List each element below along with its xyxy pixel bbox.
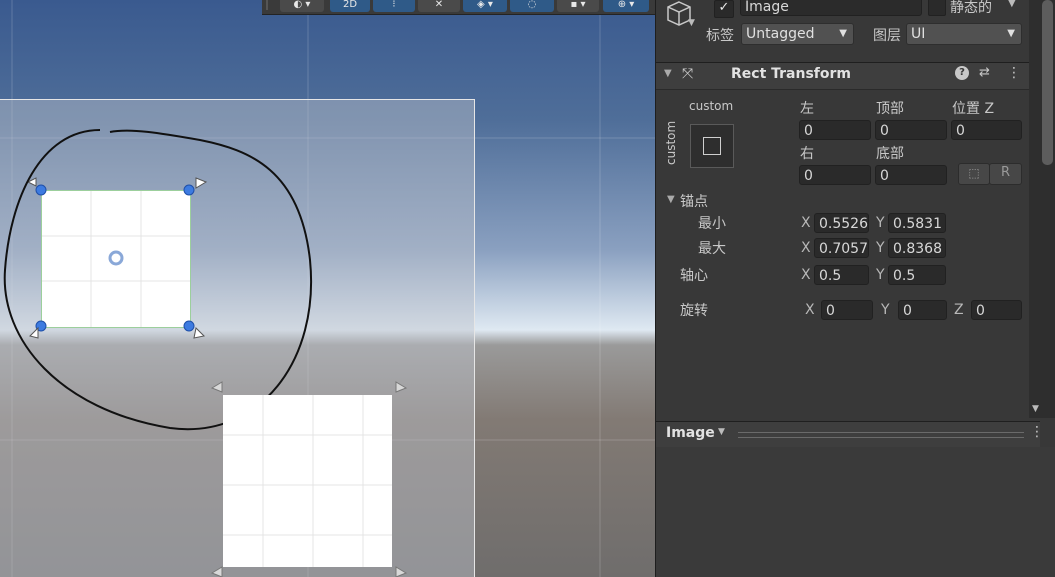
effects-dropdown[interactable]: ◈ ▾	[463, 0, 507, 12]
layer-value: UI	[911, 26, 926, 42]
rotation-y-field[interactable]: 0	[898, 300, 947, 320]
image-component-title: Image	[666, 425, 715, 441]
static-dropdown-arrow[interactable]: ▼	[1008, 0, 1016, 9]
anchor-preset-label: custom	[689, 99, 734, 113]
anchor-preset-side-label: custom	[664, 120, 678, 165]
object-name-field[interactable]: Image	[740, 0, 922, 16]
icon-dropdown-arrow[interactable]: ▼	[688, 18, 695, 28]
anchor-min-label: 最小	[698, 216, 726, 232]
gizmos-dropdown[interactable]: ⊕ ▾	[603, 0, 649, 12]
scene-view[interactable]: ◐ ▾ 2D ⁝ ✕ ◈ ▾ ◌ ▪ ▾ ⊕ ▾	[0, 0, 655, 577]
right-label: 右	[800, 146, 814, 162]
2d-toggle[interactable]: 2D	[330, 0, 370, 12]
anchor-max-x-field[interactable]: 0.7057	[814, 238, 869, 258]
top-field[interactable]: 0	[875, 120, 947, 140]
scroll-down-arrow-icon[interactable]: ▼	[1032, 404, 1039, 414]
camera-dropdown[interactable]: ▪ ▾	[557, 0, 599, 12]
anchor-min-y-label: Y	[876, 215, 885, 231]
pivot-x-label: X	[801, 267, 811, 283]
rotation-x-label: X	[805, 302, 815, 318]
lighting-toggle[interactable]: ⁝	[373, 0, 415, 12]
second-image-anchors	[210, 381, 408, 577]
chevron-down-icon[interactable]: ▼	[718, 427, 725, 437]
rotation-label: 旋转	[680, 303, 708, 319]
collapse-arrow-icon[interactable]: ▼	[664, 68, 672, 79]
anchors-label: 锚点	[680, 194, 708, 210]
rotation-x-field[interactable]: 0	[821, 300, 873, 320]
more-options-icon[interactable]: ⋮	[1007, 65, 1021, 81]
chevron-down-icon: ▼	[1007, 28, 1015, 39]
static-label: 静态的	[950, 0, 992, 16]
rect-transform-title: Rect Transform	[731, 66, 852, 82]
tag-label: 标签	[706, 28, 734, 44]
blueprint-mode-button[interactable]: ⬚	[958, 163, 990, 185]
static-checkbox[interactable]	[928, 0, 946, 16]
draw-mode-button[interactable]: ◐ ▾	[280, 0, 324, 12]
anchor-min-x-field[interactable]: 0.5526	[814, 213, 869, 233]
presets-icon[interactable]: ⇄	[979, 65, 990, 80]
posz-field[interactable]: 0	[951, 120, 1022, 140]
anchor-presets-button[interactable]	[690, 124, 734, 168]
active-checkbox[interactable]: ✓	[714, 0, 734, 18]
anchor-min-x-label: X	[801, 215, 811, 231]
anchor-min-y-field[interactable]: 0.5831	[888, 213, 946, 233]
help-icon[interactable]: ?	[955, 66, 969, 80]
scrollbar-thumb[interactable]	[1042, 0, 1053, 165]
image-component-body	[656, 447, 1055, 577]
rotation-y-label: Y	[881, 302, 890, 318]
posz-label: 位置 Z	[952, 101, 995, 117]
pivot-y-label: Y	[876, 267, 885, 283]
component-divider	[738, 432, 1024, 438]
rect-transform-header[interactable]: ▼ ⤧ Rect Transform ? ⇄ ⋮	[656, 62, 1040, 90]
pivot-x-field[interactable]: 0.5	[814, 265, 869, 285]
bottom-label: 底部	[876, 146, 904, 162]
anchor-max-label: 最大	[698, 241, 726, 257]
rotation-z-label: Z	[954, 302, 964, 318]
top-label: 顶部	[876, 101, 904, 117]
tag-dropdown[interactable]: Untagged ▼	[741, 23, 854, 45]
chevron-down-icon: ▼	[839, 28, 847, 39]
rotation-z-field[interactable]: 0	[971, 300, 1022, 320]
raw-edit-button[interactable]: R	[989, 163, 1022, 185]
bottom-field[interactable]: 0	[875, 165, 947, 185]
pivot-y-field[interactable]: 0.5	[888, 265, 946, 285]
pivot-label: 轴心	[680, 268, 708, 284]
audio-toggle[interactable]: ✕	[418, 0, 460, 12]
anchor-max-x-label: X	[801, 240, 811, 256]
hidden-objects-toggle[interactable]: ◌	[510, 0, 554, 12]
scene-toolbar: ◐ ▾ 2D ⁝ ✕ ◈ ▾ ◌ ▪ ▾ ⊕ ▾	[262, 0, 655, 15]
rect-transform-icon: ⤧	[682, 66, 694, 82]
left-label: 左	[800, 101, 814, 117]
left-field[interactable]: 0	[799, 120, 871, 140]
more-options-icon[interactable]: ⋮	[1030, 424, 1044, 440]
image-component-header[interactable]: Image ▼ ⋮	[656, 421, 1044, 448]
right-field[interactable]: 0	[799, 165, 871, 185]
layer-dropdown[interactable]: UI ▼	[906, 23, 1022, 45]
inspector-panel: ▼ ✓ Image 静态的 ▼ 标签 Untagged ▼ 图层 UI ▼ ▼ …	[655, 0, 1055, 577]
anchors-collapse-arrow-icon[interactable]: ▼	[667, 194, 675, 205]
anchor-max-y-field[interactable]: 0.8368	[888, 238, 946, 258]
tag-value: Untagged	[746, 26, 815, 42]
anchor-max-y-label: Y	[876, 240, 885, 256]
layer-label: 图层	[873, 28, 901, 44]
